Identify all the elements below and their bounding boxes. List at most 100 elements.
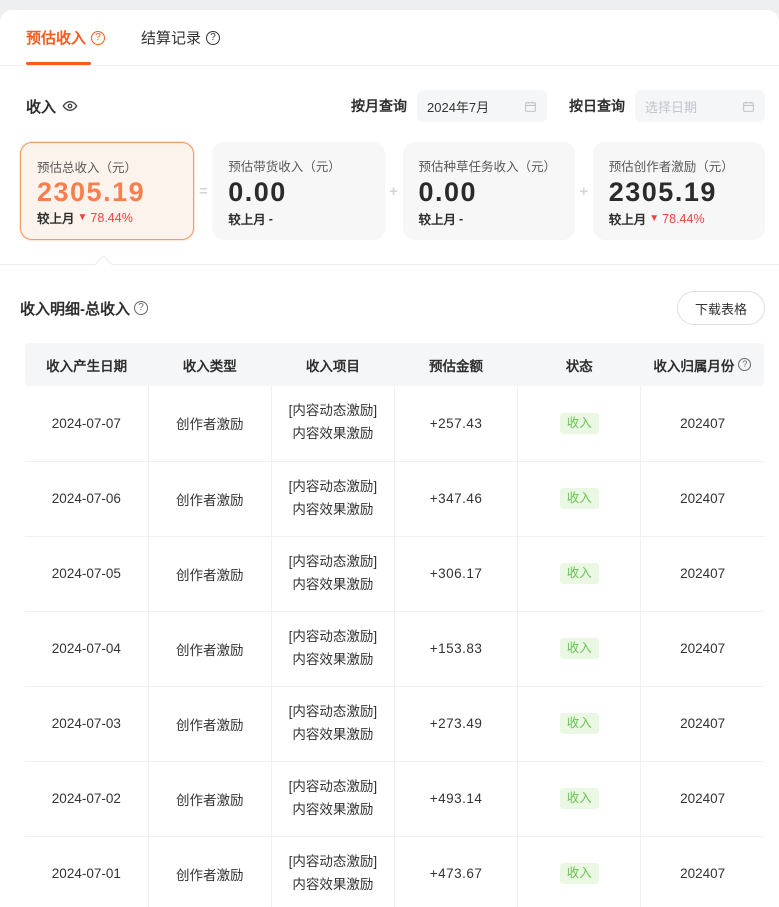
col-header-month: 收入归属月份 ? — [641, 343, 764, 386]
plus-connector: + — [385, 142, 403, 240]
card-value: 2305.19 — [37, 179, 177, 206]
table-row: 2024-07-02 创作者激励 [内容动态激励] 内容效果激励 +493.14… — [25, 761, 764, 836]
cell-project: [内容动态激励] 内容效果激励 — [271, 686, 394, 761]
cell-project: [内容动态激励] 内容效果激励 — [271, 536, 394, 611]
cell-amount: +306.17 — [394, 536, 517, 611]
card-label: 预估种草任务收入（元） — [419, 156, 559, 175]
change-value: - — [459, 212, 463, 226]
stat-cards-row: 预估总收入（元） 2305.19 较上月 ▼ 78.44% = 预估带货收入（元… — [0, 122, 779, 240]
earnings-panel: 预估收入 ? 结算记录 ? 收入 按月查询 2024年7月 — [0, 10, 779, 907]
income-label: 收入 — [26, 96, 56, 117]
cell-amount: +153.83 — [394, 611, 517, 686]
cell-type: 创作者激励 — [148, 761, 271, 836]
calendar-icon — [742, 100, 755, 113]
project-line-2: 内容效果激励 — [272, 799, 394, 822]
cell-date: 2024-07-02 — [25, 761, 148, 836]
cell-project: [内容动态激励] 内容效果激励 — [271, 461, 394, 536]
table-row: 2024-07-06 创作者激励 [内容动态激励] 内容效果激励 +347.46… — [25, 461, 764, 536]
project-line-1: [内容动态激励] — [272, 626, 394, 649]
eye-icon[interactable] — [62, 98, 78, 114]
col-header-amount: 预估金额 — [394, 343, 517, 386]
project-line-2: 内容效果激励 — [272, 874, 394, 897]
cell-month: 202407 — [641, 386, 764, 461]
cell-status: 收入 — [518, 536, 641, 611]
cell-project: [内容动态激励] 内容效果激励 — [271, 761, 394, 836]
cell-status: 收入 — [518, 611, 641, 686]
cell-type: 创作者激励 — [148, 611, 271, 686]
project-line-1: [内容动态激励] — [272, 551, 394, 574]
detail-section-header: 收入明细-总收入 ? 下载表格 — [0, 265, 779, 339]
cell-type: 创作者激励 — [148, 836, 271, 907]
income-table: 收入产生日期 收入类型 收入项目 预估金额 状态 收入归属月份 ? 2024-0… — [25, 343, 764, 907]
col-header-status: 状态 — [518, 343, 641, 386]
day-filter-label: 按日查询 — [569, 96, 625, 116]
project-line-1: [内容动态激励] — [272, 400, 394, 423]
change-value: 78.44% — [90, 211, 132, 225]
cell-date: 2024-07-05 — [25, 536, 148, 611]
month-filter-label: 按月查询 — [351, 96, 407, 116]
day-picker-placeholder: 选择日期 — [645, 97, 697, 116]
status-badge: 收入 — [560, 638, 599, 659]
tab-label: 结算记录 — [141, 27, 201, 48]
cell-project: [内容动态激励] 内容效果激励 — [271, 836, 394, 907]
status-badge: 收入 — [560, 563, 599, 584]
card-creator-incentive[interactable]: 预估创作者激励（元） 2305.19 较上月 ▼ 78.44% — [593, 142, 765, 240]
down-triangle-icon: ▼ — [649, 213, 659, 224]
cell-status: 收入 — [518, 461, 641, 536]
project-line-1: [内容动态激励] — [272, 476, 394, 499]
cell-amount: +257.43 — [394, 386, 517, 461]
cell-month: 202407 — [641, 536, 764, 611]
calendar-icon — [524, 100, 537, 113]
cell-status: 收入 — [518, 686, 641, 761]
tabbar: 预估收入 ? 结算记录 ? — [0, 10, 779, 66]
month-picker-value: 2024年7月 — [427, 97, 489, 116]
controls-row: 收入 按月查询 2024年7月 按日查询 — [0, 66, 779, 122]
card-value: 0.00 — [419, 179, 559, 206]
cell-amount: +493.14 — [394, 761, 517, 836]
question-circle-icon[interactable]: ? — [206, 31, 220, 45]
cell-month: 202407 — [641, 836, 764, 907]
day-filter: 按日查询 选择日期 — [569, 90, 765, 122]
card-label: 预估创作者激励（元） — [609, 156, 749, 175]
compare-label: 较上月 — [37, 208, 75, 227]
compare-label: 较上月 — [609, 209, 647, 228]
cell-type: 创作者激励 — [148, 536, 271, 611]
cell-project: [内容动态激励] 内容效果激励 — [271, 611, 394, 686]
tab-settlement-records[interactable]: 结算记录 ? — [141, 10, 220, 65]
card-compare: 较上月 ▼ 78.44% — [37, 208, 177, 227]
card-seeding-task-income[interactable]: 预估种草任务收入（元） 0.00 较上月 - — [403, 142, 575, 240]
cell-type: 创作者激励 — [148, 686, 271, 761]
cell-status: 收入 — [518, 761, 641, 836]
change-value: - — [269, 212, 273, 226]
section-divider — [0, 264, 779, 265]
tab-estimated-income[interactable]: 预估收入 ? — [26, 10, 105, 65]
status-badge: 收入 — [560, 788, 599, 809]
card-goods-income[interactable]: 预估带货收入（元） 0.00 较上月 - — [212, 142, 384, 240]
question-circle-icon[interactable]: ? — [738, 358, 751, 371]
down-triangle-icon: ▼ — [78, 212, 88, 223]
download-table-button[interactable]: 下载表格 — [677, 291, 765, 325]
income-table-wrap: 收入产生日期 收入类型 收入项目 预估金额 状态 收入归属月份 ? 2024-0… — [25, 343, 764, 907]
detail-title-label: 收入明细-总收入 — [20, 298, 130, 319]
status-badge: 收入 — [560, 863, 599, 884]
question-circle-icon[interactable]: ? — [91, 31, 105, 45]
cell-month: 202407 — [641, 686, 764, 761]
cell-date: 2024-07-04 — [25, 611, 148, 686]
card-total-income[interactable]: 预估总收入（元） 2305.19 较上月 ▼ 78.44% — [20, 142, 194, 240]
card-label: 预估带货收入（元） — [228, 156, 368, 175]
table-row: 2024-07-03 创作者激励 [内容动态激励] 内容效果激励 +273.49… — [25, 686, 764, 761]
month-picker-input[interactable]: 2024年7月 — [417, 90, 547, 122]
compare-label: 较上月 — [419, 209, 457, 228]
change-value: 78.44% — [662, 212, 704, 226]
project-line-2: 内容效果激励 — [272, 423, 394, 446]
project-line-1: [内容动态激励] — [272, 851, 394, 874]
cell-month: 202407 — [641, 611, 764, 686]
question-circle-icon[interactable]: ? — [134, 301, 148, 315]
card-value: 2305.19 — [609, 179, 749, 206]
cell-date: 2024-07-01 — [25, 836, 148, 907]
day-picker-input[interactable]: 选择日期 — [635, 90, 765, 122]
cell-amount: +473.67 — [394, 836, 517, 907]
cell-status: 收入 — [518, 386, 641, 461]
cell-type: 创作者激励 — [148, 461, 271, 536]
status-badge: 收入 — [560, 488, 599, 509]
